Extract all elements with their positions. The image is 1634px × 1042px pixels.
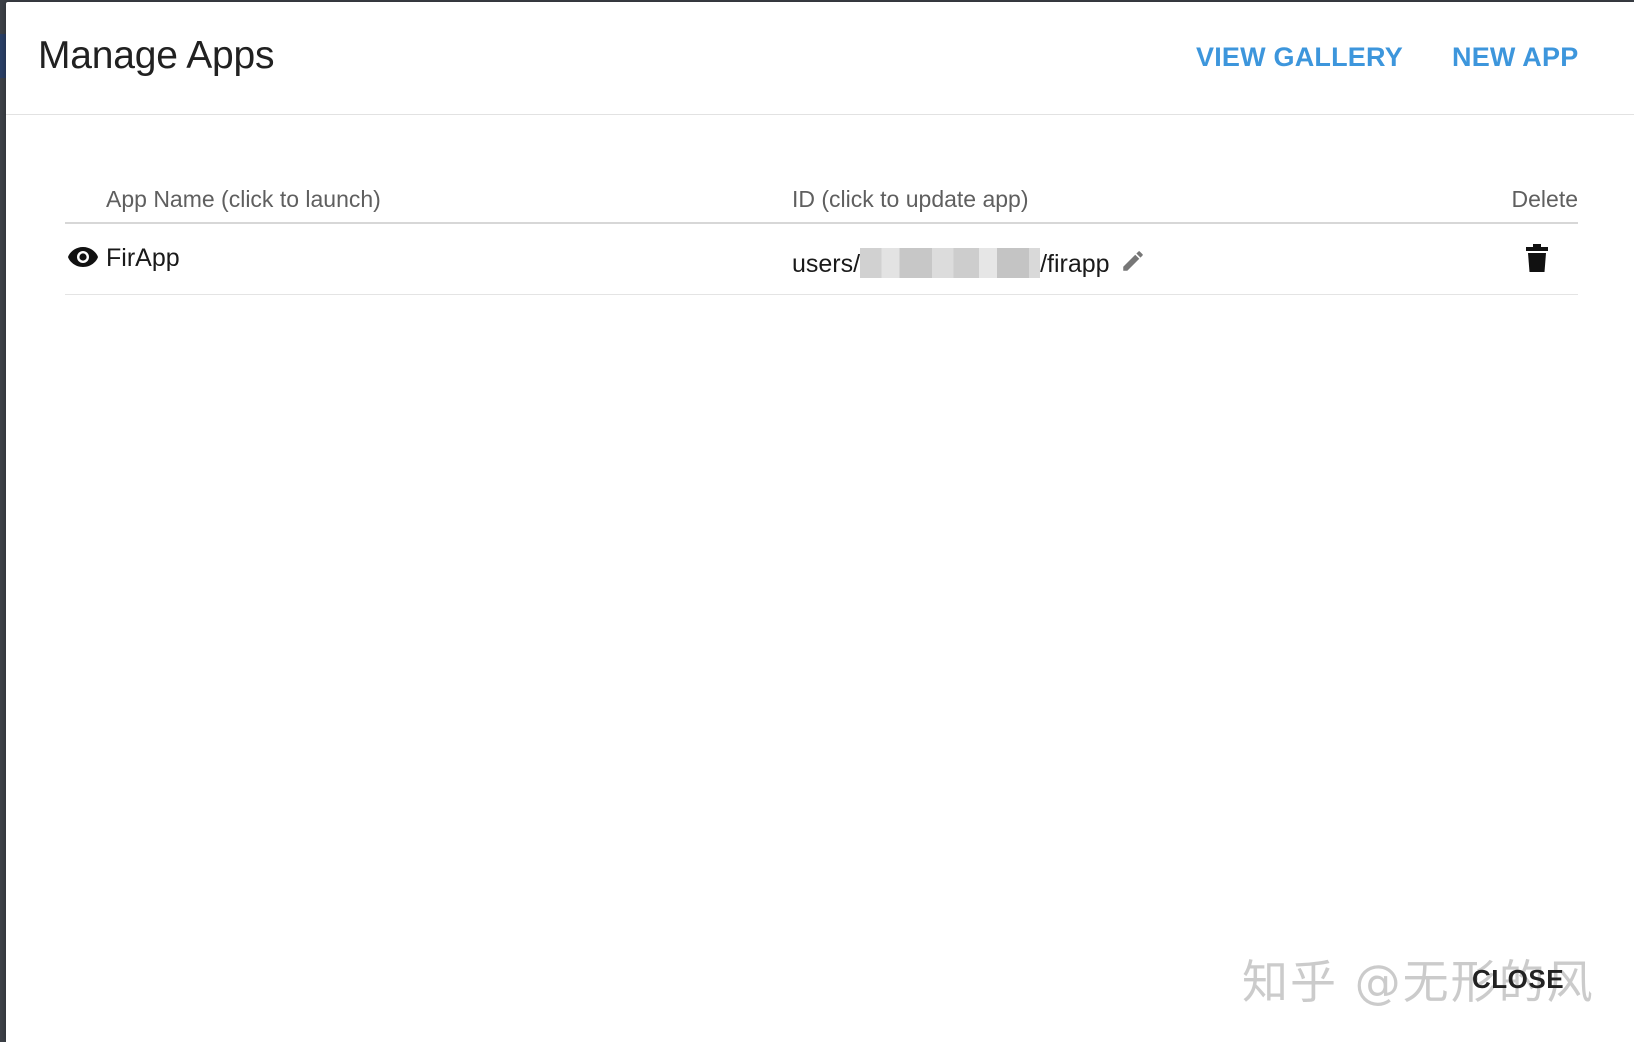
app-id-prefix: users/ xyxy=(792,250,861,278)
new-app-button[interactable]: NEW APP xyxy=(1452,42,1578,73)
pencil-icon[interactable] xyxy=(1120,248,1146,274)
dialog-title: Manage Apps xyxy=(38,34,275,77)
column-header-id: ID (click to update app) xyxy=(792,186,1029,212)
redacted-user-id xyxy=(860,248,1041,278)
column-header-delete: Delete xyxy=(1511,186,1578,212)
eye-icon[interactable] xyxy=(67,246,99,268)
dialog-header: Manage Apps VIEW GALLERY NEW APP xyxy=(6,2,1634,115)
trash-icon[interactable] xyxy=(1526,244,1548,272)
app-id-suffix: /firapp xyxy=(1040,250,1110,278)
manage-apps-dialog: Manage Apps VIEW GALLERY NEW APP App Nam… xyxy=(6,2,1634,1042)
table-header: App Name (click to launch) ID (click to … xyxy=(65,170,1578,224)
view-gallery-button[interactable]: VIEW GALLERY xyxy=(1196,42,1403,73)
table-row: FirApp users/ /firapp xyxy=(65,224,1578,295)
column-header-app-name: App Name (click to launch) xyxy=(106,186,381,212)
apps-table: App Name (click to launch) ID (click to … xyxy=(65,170,1578,295)
app-id-link[interactable]: users/ /firapp xyxy=(792,248,1146,279)
close-button[interactable]: CLOSE xyxy=(1472,964,1564,995)
app-name-link[interactable]: FirApp xyxy=(106,244,180,273)
